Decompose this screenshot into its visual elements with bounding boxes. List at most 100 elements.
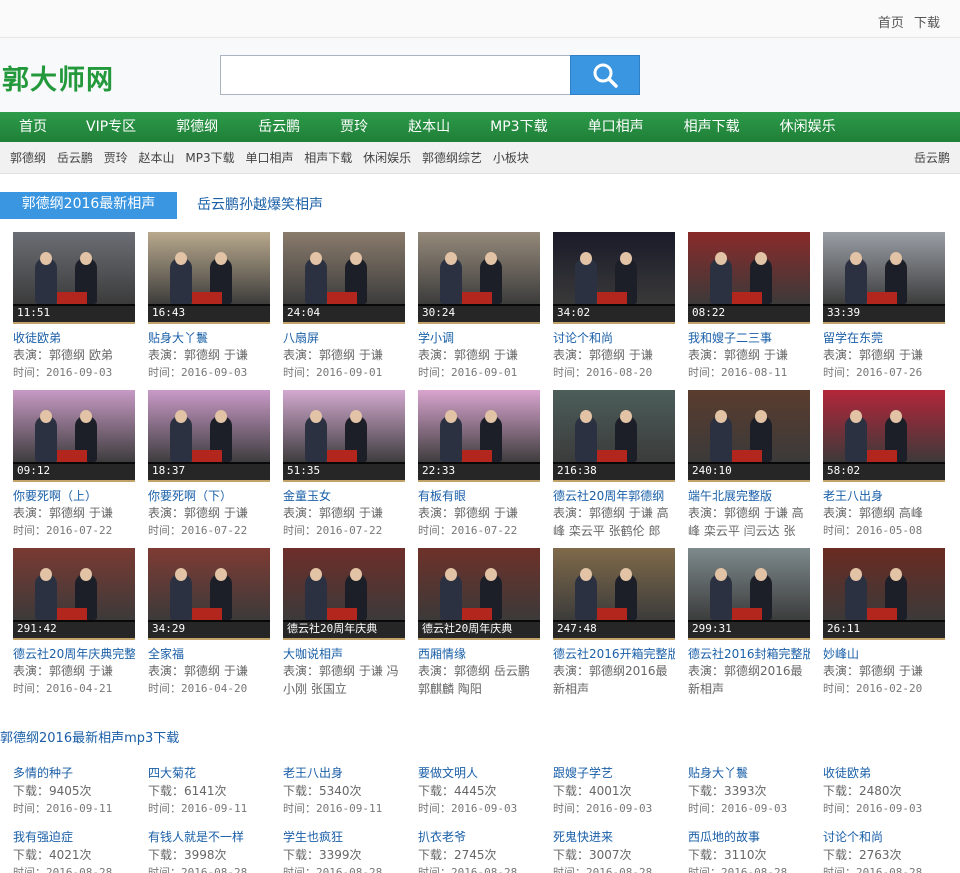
video-title[interactable]: 你要死啊（上） [13,488,135,504]
video-title[interactable]: 大咖说相声 [283,646,405,662]
video-title[interactable]: 端午北展完整版 [688,488,810,504]
tab-guodegang-2016[interactable]: 郭德纲2016最新相声 [0,192,177,219]
mp3-title[interactable]: 老王八出身 [283,764,408,782]
video-card[interactable]: 34:29 全家福 表演：郭德纲 于谦 时间：2016-04-20 [148,548,270,698]
video-thumbnail[interactable]: 240:10 [688,390,810,482]
subnav-item[interactable]: 郭德纲 [10,151,46,165]
video-title[interactable]: 讨论个和尚 [553,330,675,346]
subnav-item[interactable]: 休闲娱乐 [363,151,411,165]
top-link-home[interactable]: 首页 [878,16,904,31]
subnav-item[interactable]: 相声下载 [304,151,352,165]
video-card[interactable]: 26:11 妙峰山 表演：郭德纲 于谦 时间：2016-02-20 [823,548,945,698]
video-title[interactable]: 德云社20周年庆典完整 [13,646,135,662]
nav-item-home[interactable]: 首页 [19,112,47,142]
mp3-item[interactable]: 死鬼快进来 下载：3007次 时间：2016-08-28 [553,828,678,873]
video-thumbnail[interactable]: 德云社20周年庆典 [283,548,405,640]
video-thumbnail[interactable]: 24:04 [283,232,405,324]
video-thumbnail[interactable]: 33:39 [823,232,945,324]
video-thumbnail[interactable]: 22:33 [418,390,540,482]
video-thumbnail[interactable]: 34:02 [553,232,675,324]
top-link-download[interactable]: 下载 [914,16,940,31]
video-thumbnail[interactable]: 299:31 [688,548,810,640]
video-thumbnail[interactable]: 09:12 [13,390,135,482]
video-card[interactable]: 德云社20周年庆典 西厢情缘 表演：郭德纲 岳云鹏 郭麒麟 陶阳 [418,548,540,698]
subnav-item[interactable]: 郭德纲综艺 [422,151,482,165]
subnav-item[interactable]: 小板块 [493,151,529,165]
mp3-title[interactable]: 要做文明人 [418,764,543,782]
video-card[interactable]: 216:38 德云社20周年郭德纲 表演：郭德纲 于谦 高峰 栾云平 张鹤伦 郎 [553,390,675,540]
video-title[interactable]: 留学在东莞 [823,330,945,346]
video-title[interactable]: 收徒欧弟 [13,330,135,346]
mp3-title[interactable]: 学生也疯狂 [283,828,408,846]
video-card[interactable]: 240:10 端午北展完整版 表演：郭德纲 于谦 高峰 栾云平 闫云达 张 [688,390,810,540]
mp3-item[interactable]: 学生也疯狂 下载：3399次 时间：2016-08-28 [283,828,408,873]
mp3-title[interactable]: 有钱人就是不一样 [148,828,273,846]
video-card[interactable]: 09:12 你要死啊（上） 表演：郭德纲 于谦 时间：2016-07-22 [13,390,135,540]
video-thumbnail[interactable]: 291:42 [13,548,135,640]
video-thumbnail[interactable]: 34:29 [148,548,270,640]
video-title[interactable]: 全家福 [148,646,270,662]
mp3-section-title[interactable]: 郭德纲2016最新相声mp3下载 [0,727,179,746]
mp3-item[interactable]: 老王八出身 下载：5340次 时间：2016-09-11 [283,764,408,818]
video-title[interactable]: 我和嫂子二三事 [688,330,810,346]
site-logo[interactable]: 郭大师网 [2,58,114,97]
video-card[interactable]: 51:35 金童玉女 表演：郭德纲 于谦 时间：2016-07-22 [283,390,405,540]
video-card[interactable]: 291:42 德云社20周年庆典完整 表演：郭德纲 于谦 时间：2016-04-21 [13,548,135,698]
video-title[interactable]: 德云社2016封箱完整版 [688,646,810,662]
video-card[interactable]: 德云社20周年庆典 大咖说相声 表演：郭德纲 于谦 冯小刚 张国立 [283,548,405,698]
mp3-item[interactable]: 扒衣老爷 下载：2745次 时间：2016-08-28 [418,828,543,873]
video-thumbnail[interactable]: 11:51 [13,232,135,324]
nav-item-jialing[interactable]: 贾玲 [340,112,368,142]
nav-item-leisure[interactable]: 休闲娱乐 [780,112,836,142]
mp3-title[interactable]: 贴身大丫鬟 [688,764,813,782]
mp3-item[interactable]: 贴身大丫鬟 下载：3393次 时间：2016-09-03 [688,764,813,818]
nav-item-dankou[interactable]: 单口相声 [588,112,644,142]
video-card[interactable]: 58:02 老王八出身 表演：郭德纲 高峰 时间：2016-05-08 [823,390,945,540]
video-card[interactable]: 24:04 八扇屏 表演：郭德纲 于谦 时间：2016-09-01 [283,232,405,382]
search-input[interactable] [220,55,571,95]
video-card[interactable]: 11:51 收徒欧弟 表演：郭德纲 欧弟 时间：2016-09-03 [13,232,135,382]
video-thumbnail[interactable]: 18:37 [148,390,270,482]
mp3-title[interactable]: 跟嫂子学艺 [553,764,678,782]
video-card[interactable]: 33:39 留学在东莞 表演：郭德纲 于谦 时间：2016-07-26 [823,232,945,382]
mp3-title[interactable]: 四大菊花 [148,764,273,782]
mp3-item[interactable]: 四大菊花 下载：6141次 时间：2016-09-11 [148,764,273,818]
video-title[interactable]: 德云社20周年郭德纲 [553,488,675,504]
video-thumbnail[interactable]: 08:22 [688,232,810,324]
mp3-item[interactable]: 收徒欧弟 下载：2480次 时间：2016-09-03 [823,764,948,818]
mp3-item[interactable]: 有钱人就是不一样 下载：3998次 时间：2016-08-28 [148,828,273,873]
tab-yueyunpeng[interactable]: 岳云鹏孙越爆笑相声 [197,194,323,214]
video-thumbnail[interactable]: 16:43 [148,232,270,324]
video-thumbnail[interactable]: 247:48 [553,548,675,640]
video-thumbnail[interactable]: 26:11 [823,548,945,640]
mp3-item[interactable]: 要做文明人 下载：4445次 时间：2016-09-03 [418,764,543,818]
mp3-title[interactable]: 多情的种子 [13,764,138,782]
mp3-title[interactable]: 扒衣老爷 [418,828,543,846]
mp3-title[interactable]: 西瓜地的故事 [688,828,813,846]
nav-item-zhaobenshan[interactable]: 赵本山 [408,112,450,142]
subnav-item[interactable]: 岳云鹏 [57,151,93,165]
video-title[interactable]: 西厢情缘 [418,646,540,662]
video-thumbnail[interactable]: 58:02 [823,390,945,482]
video-card[interactable]: 247:48 德云社2016开箱完整版 表演：郭德纲2016最新相声 [553,548,675,698]
search-button[interactable] [570,55,640,95]
video-card[interactable]: 18:37 你要死啊（下） 表演：郭德纲 于谦 时间：2016-07-22 [148,390,270,540]
mp3-item[interactable]: 西瓜地的故事 下载：3110次 时间：2016-08-28 [688,828,813,873]
video-title[interactable]: 八扇屏 [283,330,405,346]
video-card[interactable]: 22:33 有板有眼 表演：郭德纲 于谦 时间：2016-07-22 [418,390,540,540]
mp3-title[interactable]: 死鬼快进来 [553,828,678,846]
subnav-right-link[interactable]: 岳云鹏 [914,149,950,166]
nav-item-download[interactable]: 相声下载 [684,112,740,142]
video-thumbnail[interactable]: 51:35 [283,390,405,482]
video-title[interactable]: 金童玉女 [283,488,405,504]
subnav-item[interactable]: MP3下载 [185,151,234,165]
video-title[interactable]: 妙峰山 [823,646,945,662]
video-thumbnail[interactable]: 30:24 [418,232,540,324]
video-thumbnail[interactable]: 德云社20周年庆典 [418,548,540,640]
mp3-item[interactable]: 多情的种子 下载：9405次 时间：2016-09-11 [13,764,138,818]
mp3-item[interactable]: 跟嫂子学艺 下载：4001次 时间：2016-09-03 [553,764,678,818]
video-card[interactable]: 16:43 贴身大丫鬟 表演：郭德纲 于谦 时间：2016-09-03 [148,232,270,382]
nav-item-guodegang[interactable]: 郭德纲 [176,112,218,142]
mp3-item[interactable]: 讨论个和尚 下载：2763次 时间：2016-08-28 [823,828,948,873]
mp3-title[interactable]: 讨论个和尚 [823,828,948,846]
